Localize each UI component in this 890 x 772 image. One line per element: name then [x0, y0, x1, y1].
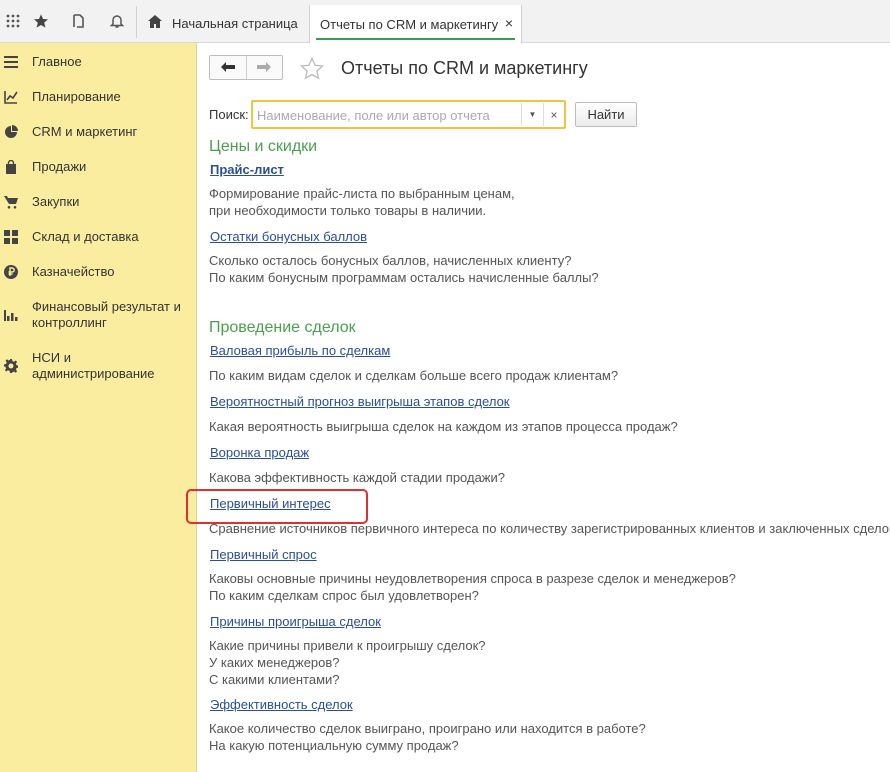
favorites-star-icon[interactable]	[28, 8, 54, 34]
report-link-primary-demand[interactable]: Первичный спрос	[210, 547, 317, 562]
history-icon[interactable]	[66, 8, 92, 34]
navigation-buttons	[209, 55, 283, 80]
active-tab-indicator	[316, 38, 515, 40]
arrow-left-icon	[220, 60, 235, 75]
sidebar-item-label: Склад и доставка	[32, 229, 139, 244]
page-title: Отчеты по CRM и маркетингу	[341, 58, 588, 78]
sidebar-item-treasury[interactable]: Казначейство	[0, 264, 197, 284]
sidebar-item-label: Продажи	[32, 159, 87, 174]
sidebar-item-label: Планирование	[32, 89, 121, 104]
report-link-win-forecast[interactable]: Вероятностный прогноз выигрыша этапов сд…	[210, 394, 510, 409]
gear-icon	[4, 359, 19, 373]
sidebar-item-admin[interactable]: НСИ и администрирование	[0, 350, 197, 384]
apps-grid-icon[interactable]	[0, 8, 26, 34]
tab-home-label: Начальная страница	[172, 15, 298, 31]
top-bar: Начальная страница Отчеты по CRM и марке…	[0, 0, 890, 43]
sidebar-item-label: Казначейство	[32, 264, 115, 279]
highlight-frame	[186, 489, 368, 524]
report-link-deal-efficiency[interactable]: Эффективность сделок	[210, 697, 353, 712]
tab-home[interactable]: Начальная страница	[140, 6, 308, 40]
report-description: По каким видам сделок и сделкам больше в…	[209, 368, 619, 383]
report-description: Какова эффективность каждой стадии прода…	[209, 470, 505, 485]
planning-chart-icon	[4, 90, 18, 104]
tab-crm-reports-label: Отчеты по CRM и маркетингу	[320, 16, 499, 32]
sidebar-item-warehouse[interactable]: Склад и доставка	[0, 229, 197, 249]
sidebar-item-label: CRM и маркетинг	[32, 124, 138, 139]
search-field: ▼ ×	[251, 100, 566, 129]
sidebar-item-label: Главное	[32, 54, 82, 69]
section-title-deals: Проведение сделок	[209, 319, 356, 336]
forward-button[interactable]	[245, 56, 282, 79]
report-link-bonus-balance[interactable]: Остатки бонусных баллов	[210, 229, 367, 244]
menu-lines-icon	[4, 55, 18, 69]
search-clear-icon[interactable]: ×	[543, 103, 564, 126]
sidebar-item-finance[interactable]: Финансовый результат и контроллинг	[0, 299, 197, 333]
report-description: Какое количество сделок выиграно, проигр…	[209, 721, 646, 753]
close-tab-icon[interactable]: ×	[505, 15, 513, 31]
shopping-bag-icon	[4, 159, 18, 174]
pie-chart-icon	[4, 125, 18, 139]
sidebar-item-main[interactable]: Главное	[0, 54, 197, 74]
report-description: Какие причины привели к проигрышу сделок…	[209, 638, 486, 687]
warehouse-grid-icon	[4, 230, 18, 244]
sidebar-item-label: НСИ и администрирование	[32, 350, 155, 381]
section-title-prices: Цены и скидки	[209, 138, 318, 155]
report-description: Сколько осталось бонусных баллов, начисл…	[209, 253, 599, 285]
notifications-bell-icon[interactable]	[104, 8, 130, 34]
add-to-favorites-star-icon[interactable]	[299, 56, 325, 83]
bar-chart-icon	[4, 308, 18, 322]
arrow-right-icon	[257, 60, 272, 75]
back-button[interactable]	[210, 56, 246, 79]
search-dropdown-icon[interactable]: ▼	[521, 103, 543, 126]
sidebar-item-sales[interactable]: Продажи	[0, 159, 197, 179]
sidebar-item-purchases[interactable]: Закупки	[0, 194, 197, 214]
find-button[interactable]: Найти	[575, 102, 637, 127]
report-link-sales-funnel[interactable]: Воронка продаж	[210, 445, 309, 460]
sidebar-item-crm[interactable]: CRM и маркетинг	[0, 124, 197, 144]
report-description: Каковы основные причины неудовлетворения…	[209, 571, 736, 603]
report-link-gross-profit[interactable]: Валовая прибыль по сделкам	[210, 343, 390, 358]
report-link-price-list[interactable]: Прайс-лист	[210, 162, 284, 177]
report-description: Какая вероятность выигрыша сделок на каж…	[209, 419, 678, 434]
search-input[interactable]	[257, 106, 517, 124]
cart-icon	[4, 195, 18, 209]
sidebar-item-label: Закупки	[32, 194, 80, 209]
tab-crm-reports[interactable]: Отчеты по CRM и маркетингу ×	[309, 5, 522, 43]
sidebar: Главное Планирование CRM и маркетинг Про…	[0, 43, 197, 772]
topbar-divider	[136, 6, 137, 38]
home-icon	[148, 15, 162, 31]
search-label: Поиск:	[209, 107, 249, 122]
sidebar-item-planning[interactable]: Планирование	[0, 89, 197, 109]
sidebar-item-label: Финансовый результат и контроллинг	[32, 299, 181, 330]
report-description: Формирование прайс-листа по выбранным це…	[209, 186, 515, 218]
report-link-loss-reasons[interactable]: Причины проигрыша сделок	[210, 614, 381, 629]
ruble-coin-icon	[4, 265, 18, 279]
